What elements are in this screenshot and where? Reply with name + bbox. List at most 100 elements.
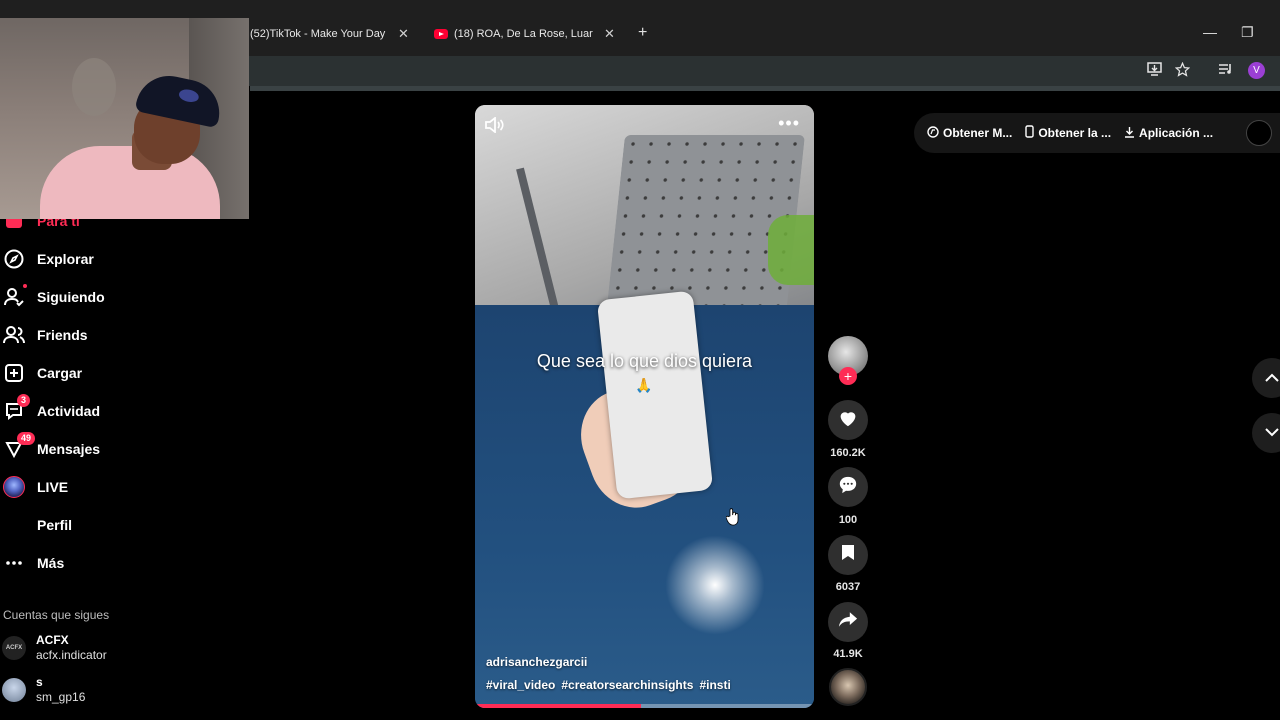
tab-close-icon[interactable]: ✕ (604, 26, 615, 42)
sidebar-item-label: LIVE (37, 479, 69, 495)
follow-button[interactable]: + (839, 367, 857, 385)
sidebar-item-actividad[interactable]: 3 Actividad (0, 394, 101, 424)
youtube-icon (434, 29, 448, 39)
tab-title: (52)TikTok - Make Your Day (250, 28, 386, 40)
promo-item-label: Aplicación ... (1139, 126, 1214, 140)
sidebar-item-label: Friends (37, 327, 88, 343)
restore-button[interactable]: ❐ (1241, 24, 1254, 41)
account-name: s (36, 675, 43, 689)
friends-icon (3, 324, 25, 346)
save-count: 6037 (835, 581, 861, 593)
activity-badge: 3 (17, 394, 31, 407)
video-more-button[interactable]: ••• (778, 113, 800, 134)
video-hashtags: #viral_video #creatorsearchinsights #ins… (486, 678, 731, 692)
profile-icon (3, 514, 25, 536)
following-account[interactable]: s sm_gp16 (2, 673, 85, 707)
comment-button[interactable] (828, 467, 868, 507)
sidebar-item-siguiendo[interactable]: Siguiendo (0, 284, 105, 310)
hashtag-link[interactable]: #creatorsearchinsights (561, 678, 693, 692)
video-frame (768, 215, 814, 285)
bookmark-star-icon[interactable] (1174, 61, 1191, 80)
hashtag-link[interactable]: #viral_video (486, 678, 555, 692)
account-text: s sm_gp16 (36, 675, 85, 705)
promo-item[interactable]: Obtener la ... (1025, 125, 1111, 141)
share-arrow-icon (838, 611, 858, 633)
video-author[interactable]: adrisanchezgarcii (486, 655, 587, 669)
account-name: ACFX (36, 633, 69, 647)
share-button[interactable] (828, 602, 868, 642)
promo-item-label: Obtener M... (943, 126, 1013, 140)
following-account[interactable]: ACFX ACFX acfx.indicator (2, 631, 107, 665)
sidebar-item-cargar[interactable]: Cargar (0, 360, 82, 386)
comment-icon (838, 476, 858, 499)
tab-tiktok[interactable]: (52)TikTok - Make Your Day ✕ (250, 20, 420, 48)
tab-title: (18) ROA, De La Rose, Luar La L (454, 28, 596, 40)
send-icon: 49 (3, 432, 36, 460)
messages-badge: 49 (17, 432, 36, 445)
account-handle: acfx.indicator (36, 648, 107, 662)
video-frame (665, 535, 765, 635)
account-avatar (2, 678, 26, 702)
webcam-background (72, 58, 116, 116)
previous-video-button[interactable] (1252, 358, 1280, 398)
sidebar-item-perfil[interactable]: Perfil (0, 512, 72, 538)
install-app-icon[interactable] (1147, 62, 1162, 79)
sidebar-item-label: Actividad (37, 403, 101, 419)
share-count: 41.9K (833, 648, 863, 660)
tab-close-icon[interactable]: ✕ (398, 26, 409, 42)
next-video-button[interactable] (1252, 413, 1280, 453)
compass-icon (3, 248, 25, 270)
sidebar-item-label: Perfil (37, 517, 73, 533)
video-caption-overlay: Que sea lo que dios quiera (536, 351, 753, 371)
promo-item-label: Obtener la ... (1038, 126, 1112, 140)
comment-count: 100 (838, 514, 858, 526)
sidebar-item-friends[interactable]: Friends (0, 322, 88, 348)
account-avatar: ACFX (2, 636, 26, 660)
webcam-person (40, 146, 220, 219)
chevron-up-icon (1265, 369, 1279, 387)
promo-item[interactable]: Aplicación ... (1124, 126, 1213, 141)
hand-cursor-icon (725, 508, 740, 531)
sidebar-item-label: Explorar (37, 251, 94, 267)
chevron-down-icon (1265, 424, 1279, 442)
get-app-banner: Obtener M... Obtener la ... Aplicación .… (914, 113, 1280, 153)
user-avatar-circle[interactable] (1246, 120, 1272, 146)
tab-youtube[interactable]: (18) ROA, De La Rose, Luar La L ✕ (434, 20, 624, 48)
sidebar-item-label: Mensajes (37, 441, 101, 457)
volume-icon[interactable] (485, 116, 505, 138)
notification-dot (23, 284, 27, 288)
music-disc[interactable] (829, 668, 867, 706)
new-tab-button[interactable]: + (638, 24, 647, 42)
media-queue-icon[interactable] (1218, 62, 1233, 79)
profile-avatar[interactable]: V (1248, 62, 1265, 79)
sidebar-item-mas[interactable]: Más (0, 550, 64, 576)
save-button[interactable] (828, 535, 868, 575)
sidebar-item-label: Más (37, 555, 65, 571)
video-progress-bar[interactable] (475, 704, 814, 708)
like-count: 160.2K (830, 447, 866, 459)
live-avatar (3, 476, 25, 498)
toolbar-divider (250, 86, 1280, 91)
user-follow-icon (3, 284, 27, 308)
video-player[interactable]: Que sea lo que dios quiera 🙏 ••• adrisan… (475, 105, 814, 708)
sidebar-item-live[interactable]: LIVE (0, 474, 68, 500)
minimize-button[interactable]: — (1203, 24, 1217, 40)
sidebar: Para ti Explorar Siguiendo Friends Carga… (0, 210, 250, 720)
webcam-overlay (0, 18, 249, 219)
following-section-title: Cuentas que sigues (3, 608, 110, 622)
hashtag-link[interactable]: #insti (699, 678, 730, 692)
like-button[interactable] (828, 400, 868, 440)
sidebar-item-mensajes[interactable]: 49 Mensajes (0, 432, 101, 462)
phone-icon (1025, 125, 1035, 141)
account-text: ACFX acfx.indicator (36, 633, 107, 663)
sidebar-item-label: Siguiendo (37, 289, 105, 305)
coin-icon (927, 125, 939, 141)
upload-plus-icon (3, 362, 25, 384)
promo-item[interactable]: Obtener M... (927, 125, 1013, 141)
bookmark-icon (841, 544, 855, 566)
video-caption-emoji: 🙏 (635, 377, 653, 393)
inbox-icon: 3 (3, 394, 31, 422)
download-icon (1124, 126, 1135, 141)
sidebar-item-explorar[interactable]: Explorar (0, 246, 94, 272)
more-dots-icon (3, 552, 25, 574)
